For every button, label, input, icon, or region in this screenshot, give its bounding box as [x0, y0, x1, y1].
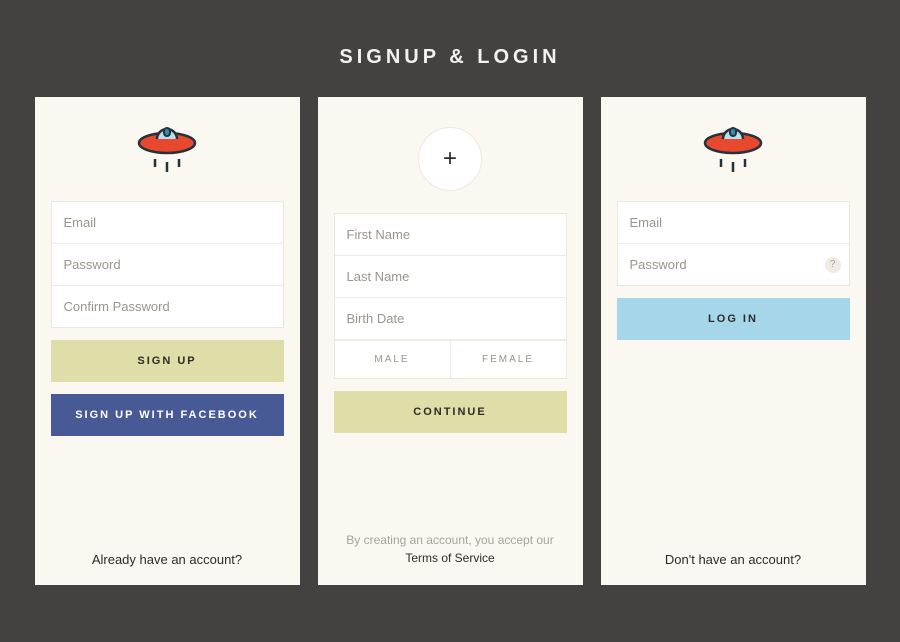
last-name-input[interactable] [335, 256, 566, 298]
login-button[interactable]: LOG IN [617, 298, 850, 340]
gender-male-button[interactable]: MALE [335, 341, 451, 378]
gender-female-button[interactable]: FEMALE [451, 341, 566, 378]
tos-link[interactable]: Terms of Service [334, 549, 567, 567]
add-avatar-button[interactable]: + [418, 127, 482, 191]
already-account-link[interactable]: Already have an account? [51, 542, 284, 567]
first-name-input[interactable] [335, 214, 566, 256]
signup-panel: SIGN UP SIGN UP WITH FACEBOOK Already ha… [35, 97, 300, 585]
profile-panel: + MALE FEMALE CONTINUE By creating an ac… [318, 97, 583, 585]
login-panel: ? LOG IN Don't have an account? [601, 97, 866, 585]
confirm-password-input[interactable] [52, 286, 283, 327]
login-password-input[interactable] [618, 244, 849, 285]
tos-text: By creating an account, you accept our [346, 533, 553, 547]
tos-note: By creating an account, you accept our T… [334, 531, 567, 567]
ufo-logo-icon [51, 119, 284, 175]
birth-date-input[interactable] [335, 298, 566, 340]
continue-button[interactable]: CONTINUE [334, 391, 567, 433]
email-input[interactable] [52, 202, 283, 244]
no-account-link[interactable]: Don't have an account? [617, 542, 850, 567]
plus-icon: + [443, 145, 457, 173]
password-help-icon[interactable]: ? [825, 257, 841, 273]
signup-button[interactable]: SIGN UP [51, 340, 284, 382]
page-title: SIGNUP & LOGIN [0, 0, 900, 97]
password-input[interactable] [52, 244, 283, 286]
login-email-input[interactable] [618, 202, 849, 244]
ufo-logo-icon [617, 119, 850, 175]
signup-facebook-button[interactable]: SIGN UP WITH FACEBOOK [51, 394, 284, 436]
